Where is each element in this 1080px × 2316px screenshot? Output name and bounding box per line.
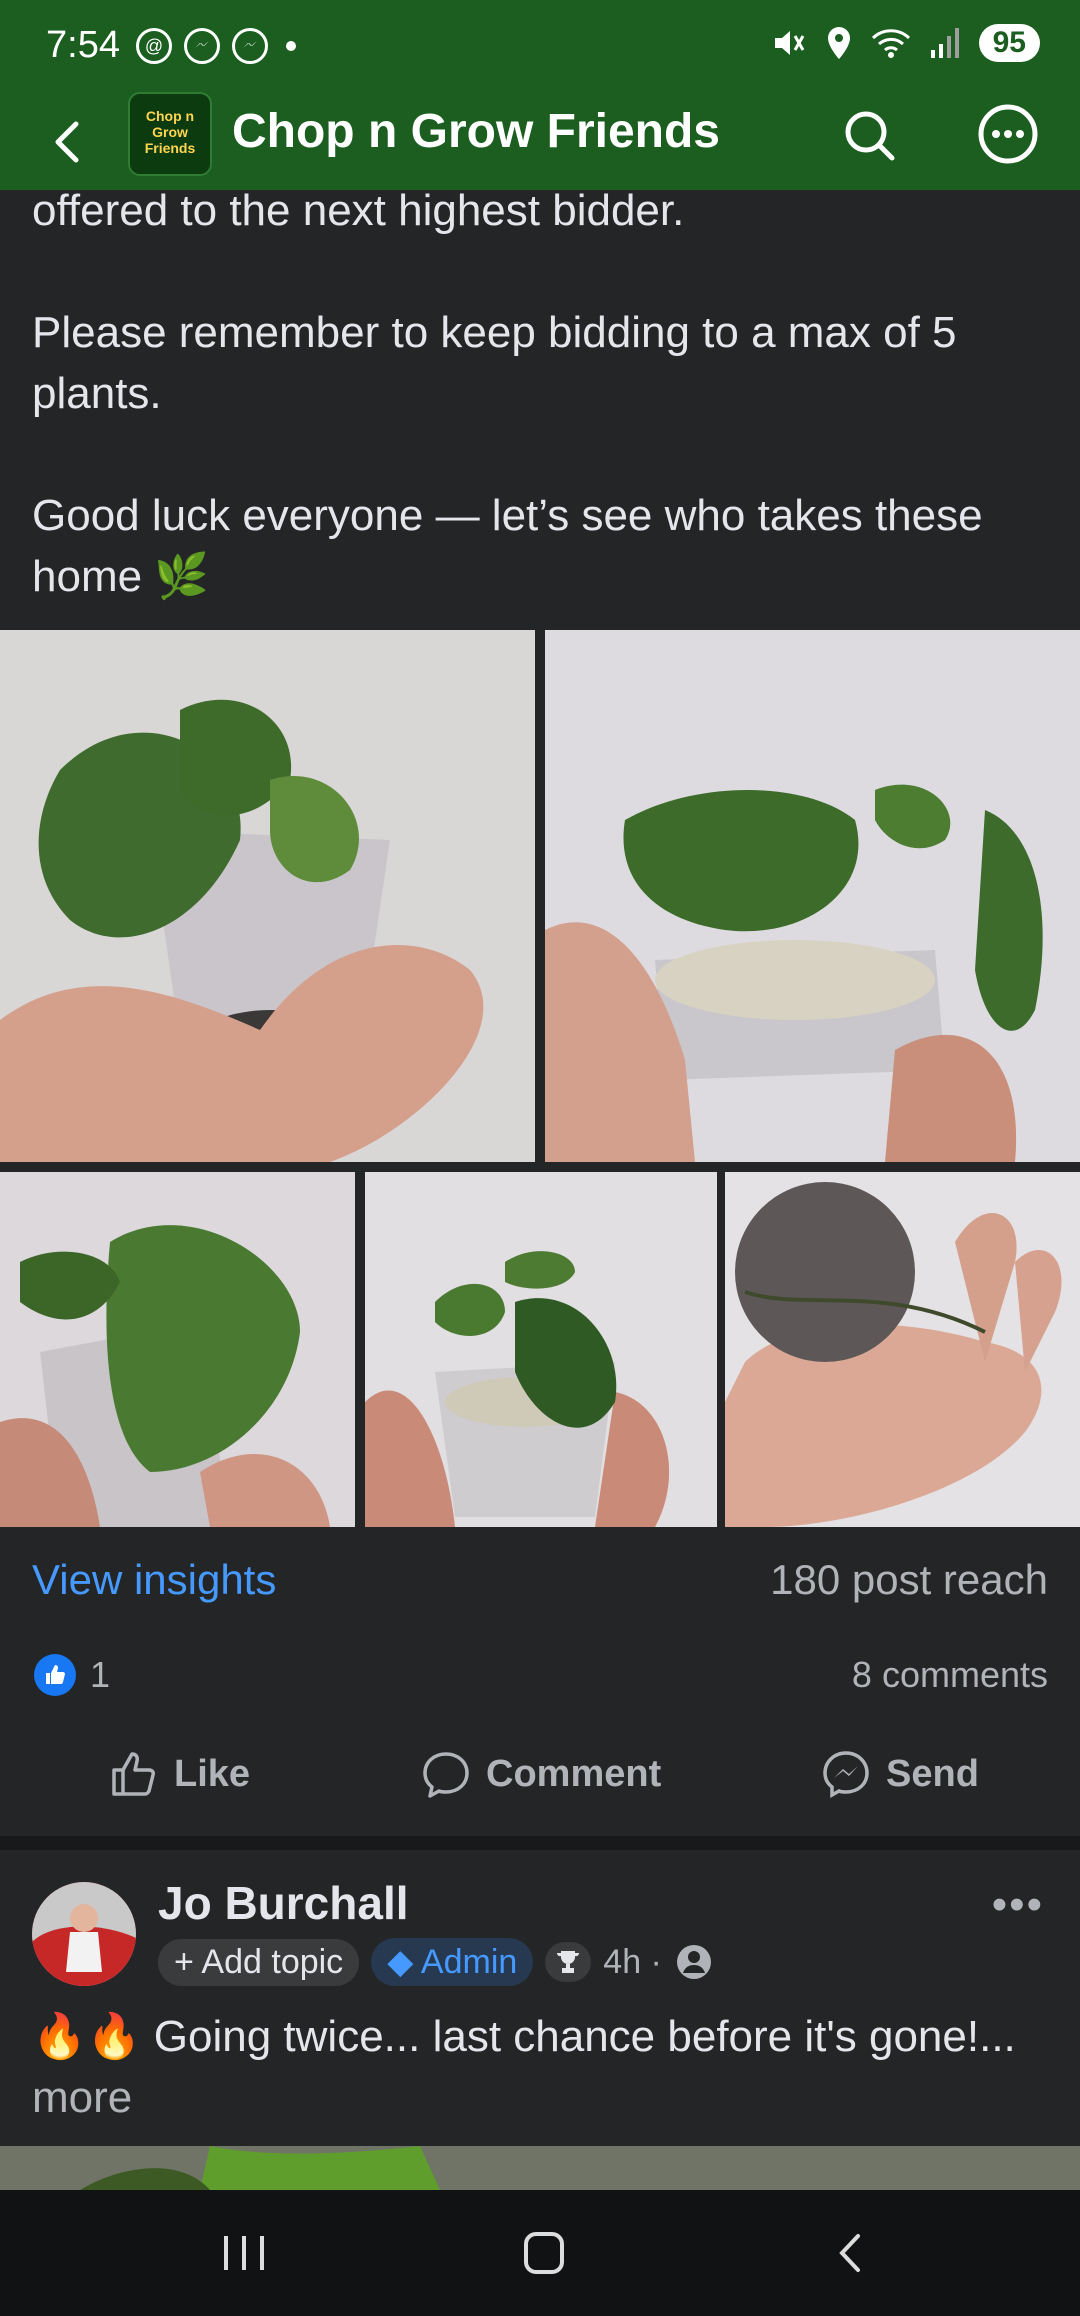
admin-diamond-icon: ◆ <box>387 1943 414 1981</box>
group-header: Chop n Grow Friends Chop n Grow Friends <box>0 92 1080 190</box>
comment-icon <box>423 1752 469 1798</box>
post-text: offered to the next highest bidder. Plea… <box>32 180 1052 607</box>
notification-icons: @ <box>136 28 296 64</box>
location-icon <box>827 27 850 59</box>
view-insights-link[interactable]: View insights <box>32 1556 276 1604</box>
like-count[interactable]: 1 <box>90 1654 110 1696</box>
more-notifications-dot <box>286 41 296 51</box>
more-options-icon[interactable] <box>976 102 1040 166</box>
next-post-body: 🔥🔥 Going twice... last chance before it'… <box>32 2012 1016 2061</box>
avatar[interactable] <box>32 1882 136 1986</box>
post-actions: Like Comment Send <box>0 1748 1080 1812</box>
messenger-icon-2 <box>232 28 268 64</box>
post-author[interactable]: Jo Burchall <box>158 1876 409 1930</box>
battery-indicator: 95 <box>978 24 1040 62</box>
recent-apps-icon[interactable] <box>214 2228 274 2278</box>
comment-button[interactable]: Comment <box>420 1748 661 1800</box>
post-photo-1[interactable] <box>0 630 535 1162</box>
post-text-line: Good luck everyone — let’s see who takes… <box>32 491 983 601</box>
search-icon[interactable] <box>840 106 900 166</box>
post-text-line: Please remember to keep bidding to a max… <box>32 308 957 418</box>
post-text-line: offered to the next highest bidder. <box>32 186 685 235</box>
thumbs-up-icon <box>112 1752 155 1796</box>
admin-badge-label: Admin <box>420 1943 518 1981</box>
mute-icon <box>774 31 804 55</box>
group-logo[interactable]: Chop n Grow Friends <box>128 92 212 176</box>
next-post-text: 🔥🔥 Going twice... last chance before it'… <box>32 2006 1052 2128</box>
group-title[interactable]: Chop n Grow Friends <box>232 104 720 159</box>
post-photo-5[interactable] <box>725 1172 1080 1527</box>
post-photo-4[interactable] <box>365 1172 717 1527</box>
post-photo-2[interactable] <box>545 630 1080 1162</box>
home-icon[interactable] <box>514 2228 574 2278</box>
post-reach: 180 post reach <box>770 1556 1048 1603</box>
status-time: 7:54 <box>46 24 120 66</box>
threads-icon: @ <box>136 28 172 64</box>
comments-count[interactable]: 8 comments <box>852 1654 1048 1696</box>
add-topic-button[interactable]: + Add topic <box>158 1938 360 1986</box>
like-button[interactable]: Like <box>108 1748 250 1800</box>
messenger-icon <box>184 28 220 64</box>
signal-icon <box>930 28 959 58</box>
back-arrow-icon[interactable] <box>40 112 100 172</box>
post-meta: + Add topic ◆ Admin 4h · <box>158 1938 714 1986</box>
see-more-link[interactable]: more <box>32 2073 132 2122</box>
like-label: Like <box>174 1752 251 1795</box>
post-photo-3[interactable] <box>0 1172 355 1527</box>
messenger-send-icon <box>823 1751 869 1799</box>
comment-label: Comment <box>486 1752 662 1795</box>
top-bar: 7:54 @ 95 Chop n Grow Friends Chop n Gro… <box>0 0 1080 190</box>
group-logo-text: Chop n Grow Friends <box>144 108 196 156</box>
system-nav-bar <box>0 2190 1080 2316</box>
next-post-image-preview[interactable] <box>0 2146 1080 2190</box>
send-label: Send <box>886 1752 979 1795</box>
system-icons: 95 <box>771 24 1040 62</box>
admin-badge: ◆ Admin <box>371 1938 534 1986</box>
audience-icon[interactable] <box>674 1942 714 1982</box>
wifi-icon <box>871 29 910 58</box>
send-button[interactable]: Send <box>820 1748 979 1800</box>
trophy-icon <box>545 1942 592 1982</box>
post-time: 4h · <box>603 1942 662 1981</box>
post-separator <box>0 1836 1080 1850</box>
post-more-options-icon[interactable]: ••• <box>992 1880 1044 1930</box>
like-reaction-icon[interactable] <box>34 1654 76 1696</box>
status-bar: 7:54 @ 95 <box>0 0 1080 92</box>
back-nav-icon[interactable] <box>820 2228 880 2278</box>
